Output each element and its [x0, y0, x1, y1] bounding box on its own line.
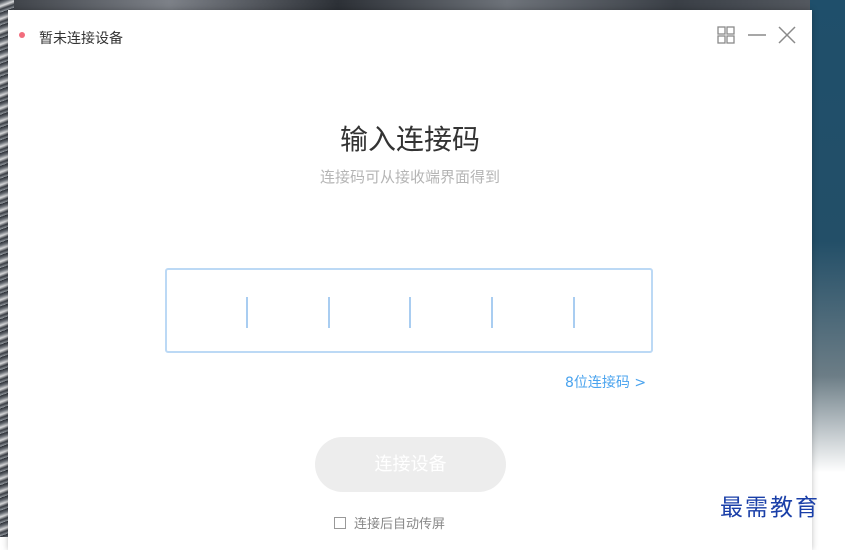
window-title: 暂未连接设备 — [39, 31, 123, 47]
code-slot-divider — [491, 297, 493, 328]
auto-cast-checkbox[interactable] — [334, 517, 346, 529]
eight-digit-code-link[interactable]: 8位连接码 > — [565, 372, 646, 392]
app-window: 暂未连接设备 输入连接码 连接码可从接收端界面得到 8位连接码 > 连接设备 — [8, 10, 812, 550]
page-title: 输入连接码 — [339, 123, 480, 156]
auto-cast-option[interactable]: 连接后自动传屏 — [334, 513, 445, 532]
connect-device-button[interactable]: 连接设备 — [315, 437, 506, 492]
minimize-icon[interactable] — [746, 24, 768, 46]
connection-code-input[interactable] — [165, 268, 653, 353]
auto-cast-label: 连接后自动传屏 — [354, 517, 446, 532]
grid-icon[interactable] — [715, 24, 737, 46]
page-subtitle: 连接码可从接收端界面得到 — [319, 168, 500, 186]
code-slot-divider — [409, 297, 411, 328]
watermark-logo: 最需教育 — [720, 495, 820, 521]
title-bar[interactable]: 暂未连接设备 — [8, 10, 812, 60]
close-icon[interactable] — [776, 24, 798, 46]
desktop-background-right — [810, 0, 845, 537]
desktop-background-top — [0, 0, 845, 10]
code-slot-divider — [246, 297, 248, 328]
code-slot-divider — [328, 297, 330, 328]
code-slot-divider — [573, 297, 575, 328]
connection-status-dot — [19, 32, 25, 38]
